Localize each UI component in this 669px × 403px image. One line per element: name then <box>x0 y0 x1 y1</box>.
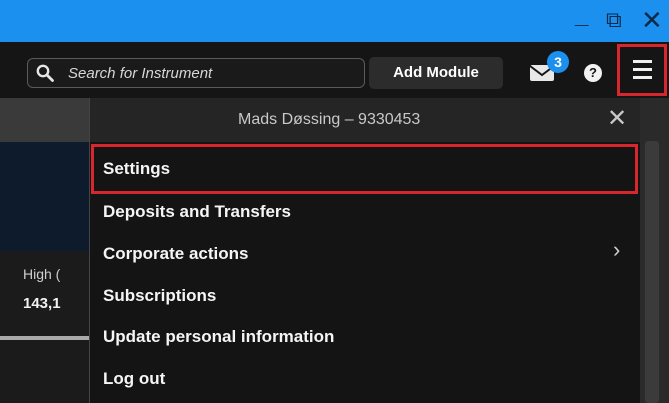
hamburger-icon <box>633 60 652 80</box>
scrollbar[interactable] <box>645 141 659 403</box>
menu-item-log-out[interactable]: Log out <box>103 369 165 389</box>
background-strip <box>0 98 89 142</box>
account-menu: Mads Døssing – 9330453 ✕ Settings Deposi… <box>89 98 640 403</box>
settings-highlight <box>91 144 638 194</box>
background-panel <box>0 142 89 251</box>
menu-header: Mads Døssing – 9330453 ✕ <box>90 98 640 142</box>
menu-item-corporate-actions[interactable]: Corporate actions <box>103 244 248 264</box>
background-high-value: 143,1 <box>23 295 61 312</box>
notification-badge: 3 <box>547 51 569 73</box>
menu-item-deposits-and-transfers[interactable]: Deposits and Transfers <box>103 202 291 222</box>
main-menu-button[interactable] <box>617 44 667 96</box>
chevron-right-icon: › <box>613 237 621 262</box>
help-icon[interactable]: ? <box>584 64 602 82</box>
menu-item-update-personal-information[interactable]: Update personal information <box>103 327 334 347</box>
search-input[interactable]: Search for Instrument <box>27 58 365 88</box>
menu-item-settings[interactable]: Settings <box>103 159 170 179</box>
add-module-button[interactable]: Add Module <box>369 57 503 89</box>
background-divider <box>0 336 89 340</box>
account-name: Mads Døssing – 9330453 <box>238 111 421 128</box>
close-icon[interactable]: ✕ <box>607 106 627 132</box>
search-placeholder: Search for Instrument <box>68 65 213 82</box>
search-icon <box>36 64 54 82</box>
restore-button[interactable]: ⧉ <box>606 6 622 34</box>
background-high-label: High ( <box>23 266 61 282</box>
minimize-button[interactable]: _ <box>575 2 588 30</box>
menu-item-subscriptions[interactable]: Subscriptions <box>103 286 216 306</box>
close-window-button[interactable]: ✕ <box>641 6 663 34</box>
top-toolbar: Search for Instrument Add Module 3 ? <box>0 42 669 98</box>
window-titlebar: _ ⧉ ✕ <box>0 0 669 42</box>
